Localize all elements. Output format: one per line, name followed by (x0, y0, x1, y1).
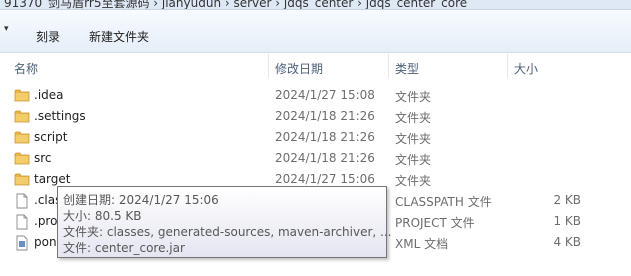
file-name: script (34, 130, 68, 144)
chevron-down-icon[interactable]: ▾ (4, 24, 9, 34)
new-folder-button[interactable]: 新建文件夹 (89, 28, 149, 45)
folder-icon (14, 88, 30, 102)
column-header: 名称 修改日期 类型 大小 (0, 54, 631, 78)
folder-icon (14, 172, 30, 186)
file-row[interactable]: .idea 2024/1/27 15:08 文件夹 (0, 85, 631, 106)
file-type: 文件夹 (395, 174, 432, 188)
toolbar: ▾ 刻录 新建文件夹 (0, 10, 631, 53)
tooltip-size: 大小: 80.5 KB (63, 209, 142, 223)
file-name: .settings (34, 109, 86, 123)
file-size: 1 KB (553, 214, 581, 228)
file-type: 文件夹 (395, 153, 432, 167)
tooltip: 创建日期: 2024/1/27 15:06 大小: 80.5 KB 文件夹: c… (57, 186, 391, 258)
file-type: 文件夹 (395, 111, 432, 125)
column-name[interactable]: 名称 (14, 60, 38, 77)
file-type: 文件夹 (395, 90, 432, 104)
tooltip-folders: 文件夹: classes, generated-sources, maven-a… (63, 225, 392, 239)
file-row[interactable]: .settings 2024/1/18 21:26 文件夹 (0, 106, 631, 127)
column-divider[interactable] (507, 54, 508, 78)
file-row[interactable]: src 2024/1/18 21:26 文件夹 (0, 148, 631, 169)
file-type: PROJECT 文件 (395, 216, 475, 230)
column-date[interactable]: 修改日期 (275, 60, 323, 77)
file-row[interactable]: script 2024/1/18 21:26 文件夹 (0, 127, 631, 148)
file-type: XML 文档 (395, 237, 449, 251)
file-type: CLASSPATH 文件 (395, 195, 492, 209)
file-date: 2024/1/18 21:26 (275, 109, 375, 123)
xml-file-icon (14, 235, 30, 251)
address-path[interactable]: 91370_剑马盾rr5至套源码 › jianyudun › server › … (4, 0, 467, 9)
file-name: pon (34, 235, 57, 249)
file-name: src (34, 151, 52, 165)
burn-button[interactable]: 刻录 (36, 28, 60, 45)
address-bar[interactable]: 91370_剑马盾rr5至套源码 › jianyudun › server › … (0, 0, 631, 10)
column-divider[interactable] (388, 54, 389, 78)
file-date: 2024/1/27 15:06 (275, 172, 375, 186)
file-icon (14, 214, 30, 230)
file-name: .idea (34, 88, 64, 102)
column-size[interactable]: 大小 (514, 60, 538, 77)
folder-icon (14, 130, 30, 144)
file-type: 文件夹 (395, 132, 432, 146)
file-name: target (34, 172, 71, 186)
file-name: .pro (34, 214, 58, 228)
file-date: 2024/1/27 15:08 (275, 88, 375, 102)
file-icon (14, 193, 30, 209)
file-size: 2 KB (553, 193, 581, 207)
file-date: 2024/1/18 21:26 (275, 151, 375, 165)
folder-icon (14, 109, 30, 123)
folder-icon (14, 151, 30, 165)
file-size: 4 KB (553, 235, 581, 249)
column-divider[interactable] (268, 54, 269, 78)
tooltip-files: 文件: center_core.jar (63, 241, 185, 255)
column-type[interactable]: 类型 (395, 60, 419, 77)
file-date: 2024/1/18 21:26 (275, 130, 375, 144)
tooltip-created: 创建日期: 2024/1/27 15:06 (63, 193, 219, 207)
